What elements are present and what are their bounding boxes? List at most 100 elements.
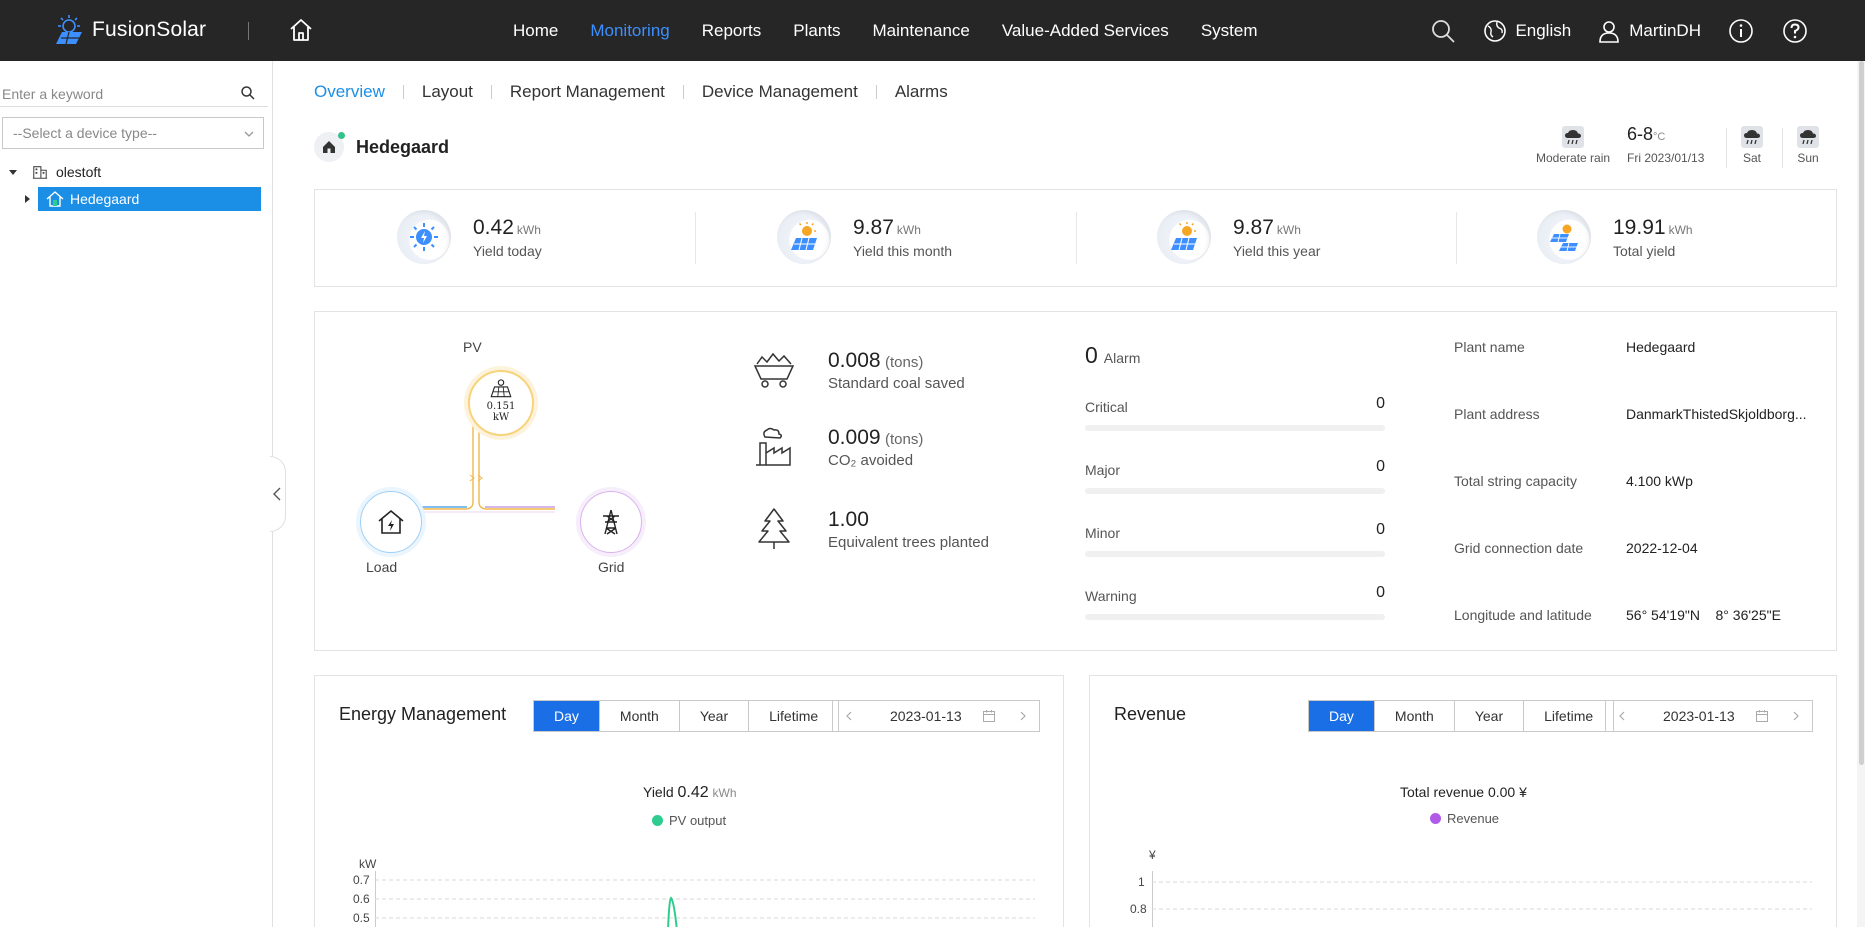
- energy-management-title: Energy Management: [339, 704, 507, 724]
- alarm-warning[interactable]: Warning 0: [1085, 584, 1385, 620]
- revenue-date-picker[interactable]: 2023-01-13: [1605, 700, 1813, 732]
- nav-value-added-services[interactable]: Value-Added Services: [1002, 21, 1169, 41]
- tree-node-hedegaard[interactable]: Hedegaard: [22, 187, 261, 211]
- language-switcher[interactable]: English: [1483, 19, 1571, 43]
- calendar-icon[interactable]: [982, 709, 996, 723]
- sidebar-search: [0, 79, 268, 107]
- tree-node-olestoft[interactable]: olestoft: [8, 161, 101, 183]
- pv-power-value: 0.151: [486, 401, 516, 412]
- search-icon[interactable]: [240, 85, 256, 101]
- chevron-right-icon[interactable]: [1790, 710, 1802, 722]
- pv-output-legend-swatch: [652, 815, 663, 826]
- power-tower-icon: [603, 509, 619, 535]
- energy-tab-year[interactable]: Year: [678, 701, 748, 731]
- energy-legend[interactable]: PV output: [652, 813, 726, 828]
- energy-tab-lifetime[interactable]: Lifetime: [748, 701, 838, 731]
- tab-layout[interactable]: Layout: [422, 82, 473, 102]
- user-name: MartinDH: [1629, 20, 1701, 40]
- page-scrollbar-thumb[interactable]: [1859, 61, 1864, 765]
- energy-date-picker[interactable]: 2023-01-13: [832, 700, 1040, 732]
- info-label: Grid connection date: [1454, 540, 1584, 556]
- energy-period-selector: Day Month Year Lifetime: [533, 700, 840, 732]
- sidebar: --Select a device type-- olestoft Hedega…: [0, 61, 273, 927]
- caret-right-icon[interactable]: [22, 194, 32, 204]
- chevron-left-icon[interactable]: [1616, 710, 1628, 722]
- chevron-right-icon[interactable]: [1017, 710, 1029, 722]
- caret-down-icon[interactable]: [8, 167, 18, 177]
- revenue-tab-lifetime[interactable]: Lifetime: [1523, 701, 1613, 731]
- fusionsolar-logo-icon: [56, 15, 82, 45]
- revenue-tab-day[interactable]: Day: [1309, 701, 1374, 731]
- info-grid-connection-date: Grid connection date 2022-12-04: [1454, 540, 1698, 556]
- factory-smoke-icon: [756, 427, 791, 466]
- yield-month-unit: kWh: [896, 222, 921, 237]
- tab-divider: [875, 85, 877, 99]
- sidebar-collapse-handle[interactable]: [270, 456, 286, 532]
- nav-system[interactable]: System: [1201, 21, 1258, 41]
- nav-home[interactable]: Home: [513, 21, 558, 41]
- chevron-left-icon: [273, 487, 281, 501]
- coal-saved-label: Standard coal saved: [828, 374, 965, 392]
- coal-saved-stat: 0.008 (tons) Standard coal saved: [752, 348, 965, 392]
- load-node[interactable]: [360, 491, 422, 553]
- nav-reports[interactable]: Reports: [702, 21, 762, 41]
- device-type-select[interactable]: --Select a device type--: [2, 117, 264, 149]
- user-menu[interactable]: MartinDH: [1597, 19, 1701, 43]
- yield-summary-card: 0.42 kWh Yield today 9.87 kWh Yield this m…: [314, 189, 1837, 287]
- stat-divider: [1076, 212, 1077, 264]
- help-icon[interactable]: [1781, 17, 1809, 45]
- grid-node[interactable]: [580, 491, 642, 553]
- weather-day-sat: Sat: [1742, 151, 1761, 165]
- calendar-icon[interactable]: [1755, 709, 1769, 723]
- revenue-legend[interactable]: Revenue: [1430, 811, 1499, 826]
- alarm-minor-bar: [1085, 551, 1385, 557]
- keyword-search-input[interactable]: [2, 83, 238, 105]
- nav-plants[interactable]: Plants: [793, 21, 840, 41]
- energy-y-tick: 0.5: [353, 911, 370, 925]
- alarm-minor[interactable]: Minor 0: [1085, 521, 1385, 557]
- energy-tab-day[interactable]: Day: [534, 701, 599, 731]
- total-yield-unit: kWh: [1668, 222, 1693, 237]
- brand-logo[interactable]: FusionSolar: [52, 14, 206, 46]
- info-label: Plant address: [1454, 406, 1540, 422]
- energy-y-axis-unit: kW: [359, 857, 377, 871]
- yield-month-badge: [777, 210, 831, 264]
- alarm-summary[interactable]: 0 Alarm: [1085, 342, 1140, 369]
- plant-house-icon: [46, 191, 64, 207]
- pv-power-unit: kW: [492, 412, 510, 423]
- info-longitude-latitude: Longitude and latitude 56° 54'19"N 8° 36…: [1454, 607, 1781, 623]
- alarm-critical[interactable]: Critical 0: [1085, 395, 1385, 431]
- info-icon[interactable]: [1727, 17, 1755, 45]
- sun-lightning-icon: [410, 223, 438, 251]
- energy-tab-month[interactable]: Month: [598, 701, 679, 731]
- nav-monitoring[interactable]: Monitoring: [590, 21, 669, 41]
- pv-node[interactable]: 0.151 kW: [468, 370, 534, 436]
- chevron-left-icon[interactable]: [843, 710, 855, 722]
- nav-maintenance[interactable]: Maintenance: [873, 21, 970, 41]
- plant-header: Hedegaard: [314, 132, 449, 162]
- temperature-value: 6-8: [1627, 124, 1654, 144]
- energy-y-tick: 0.6: [353, 892, 370, 906]
- tab-alarms[interactable]: Alarms: [895, 82, 948, 102]
- revenue-tab-year[interactable]: Year: [1453, 701, 1523, 731]
- plant-overview-card: PV 0.151 kW Load Grid 0.008 (tons) Stand…: [314, 311, 1837, 651]
- alarm-critical-count: 0: [1376, 395, 1385, 412]
- alarm-major-bar: [1085, 488, 1385, 494]
- top-bar: FusionSolar Home Monitoring Reports Plan…: [0, 0, 1865, 61]
- info-value: Hedegaard: [1626, 339, 1696, 355]
- alarm-major[interactable]: Major 0: [1085, 458, 1385, 494]
- home-icon[interactable]: [288, 17, 314, 43]
- coal-cart-icon: [753, 352, 795, 388]
- revenue-tab-month[interactable]: Month: [1373, 701, 1454, 731]
- co2-avoided-value: 0.009: [828, 425, 881, 449]
- stat-divider: [1456, 212, 1457, 264]
- info-value: 4.100 kWp: [1626, 473, 1693, 489]
- tab-device-management[interactable]: Device Management: [702, 82, 858, 102]
- plant-status-badge: [314, 132, 345, 162]
- tree-selected-item[interactable]: Hedegaard: [38, 187, 261, 211]
- total-yield-value: 19.91: [1613, 215, 1666, 239]
- tab-overview[interactable]: Overview: [314, 82, 385, 102]
- search-icon[interactable]: [1429, 17, 1457, 45]
- tab-report-management[interactable]: Report Management: [510, 82, 665, 102]
- info-plant-name: Plant name Hedegaard: [1454, 339, 1695, 355]
